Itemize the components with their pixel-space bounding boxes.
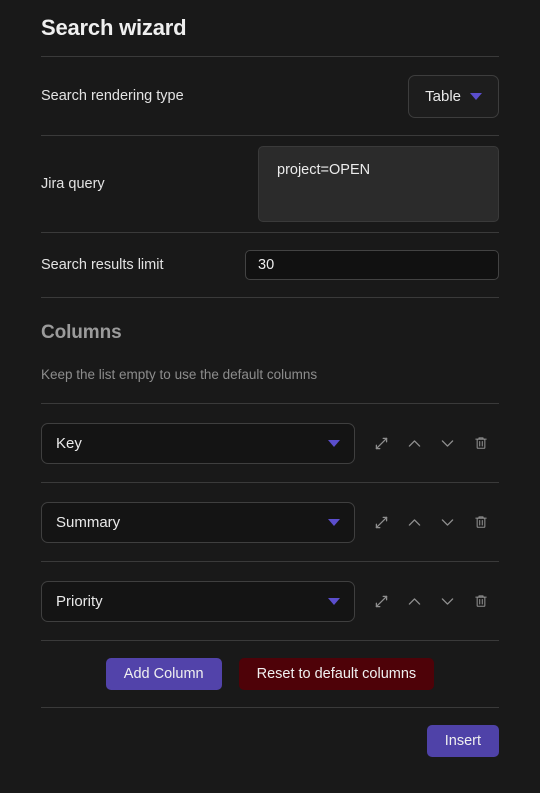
column-row-actions xyxy=(355,589,499,613)
rendering-type-select[interactable]: Table xyxy=(408,74,499,118)
column-select-value: Summary xyxy=(56,513,121,531)
jira-query-input[interactable]: project=OPEN xyxy=(258,146,499,222)
chevron-down-icon[interactable] xyxy=(436,431,460,455)
results-limit-input[interactable] xyxy=(245,250,499,280)
column-list: Key Summary Priority xyxy=(41,404,499,641)
chevron-down-icon[interactable] xyxy=(436,510,460,534)
rendering-type-row: Search rendering type Table xyxy=(41,57,499,135)
chevron-down-icon xyxy=(328,439,340,447)
chevron-up-icon[interactable] xyxy=(403,431,427,455)
columns-actions: Add Column Reset to default columns xyxy=(41,641,499,707)
rendering-type-value: Table xyxy=(425,87,461,105)
jira-query-row: Jira query project=OPEN xyxy=(41,136,499,232)
chevron-down-icon xyxy=(328,597,340,605)
chevron-down-icon xyxy=(328,518,340,526)
expand-diagonal-icon[interactable] xyxy=(370,589,394,613)
trash-icon[interactable] xyxy=(469,431,493,455)
add-column-button[interactable]: Add Column xyxy=(105,658,222,690)
column-select[interactable]: Priority xyxy=(41,580,355,622)
reset-columns-button[interactable]: Reset to default columns xyxy=(238,658,435,690)
column-select-value: Priority xyxy=(56,592,103,610)
column-select[interactable]: Summary xyxy=(41,501,355,543)
jira-query-label: Jira query xyxy=(41,176,105,192)
column-select-value: Key xyxy=(56,434,82,452)
footer-actions: Insert xyxy=(41,708,499,773)
page-title: Search wizard xyxy=(41,15,187,40)
columns-heading: Columns xyxy=(41,322,122,343)
column-row: Summary xyxy=(41,483,499,561)
column-row-actions xyxy=(355,431,499,455)
columns-hint: Keep the list empty to use the default c… xyxy=(41,367,318,382)
chevron-down-icon xyxy=(470,92,482,100)
results-limit-label: Search results limit xyxy=(41,257,164,273)
chevron-up-icon[interactable] xyxy=(403,589,427,613)
chevron-up-icon[interactable] xyxy=(403,510,427,534)
trash-icon[interactable] xyxy=(469,589,493,613)
results-limit-row: Search results limit xyxy=(41,233,499,297)
column-row: Priority xyxy=(41,562,499,640)
column-select[interactable]: Key xyxy=(41,422,355,464)
insert-button[interactable]: Insert xyxy=(426,724,499,757)
expand-diagonal-icon[interactable] xyxy=(370,510,394,534)
rendering-type-label: Search rendering type xyxy=(41,88,184,104)
expand-diagonal-icon[interactable] xyxy=(370,431,394,455)
search-wizard-dialog: Search wizard Search rendering type Tabl… xyxy=(0,0,540,793)
trash-icon[interactable] xyxy=(469,510,493,534)
chevron-down-icon[interactable] xyxy=(436,589,460,613)
column-row-actions xyxy=(355,510,499,534)
column-row: Key xyxy=(41,404,499,482)
